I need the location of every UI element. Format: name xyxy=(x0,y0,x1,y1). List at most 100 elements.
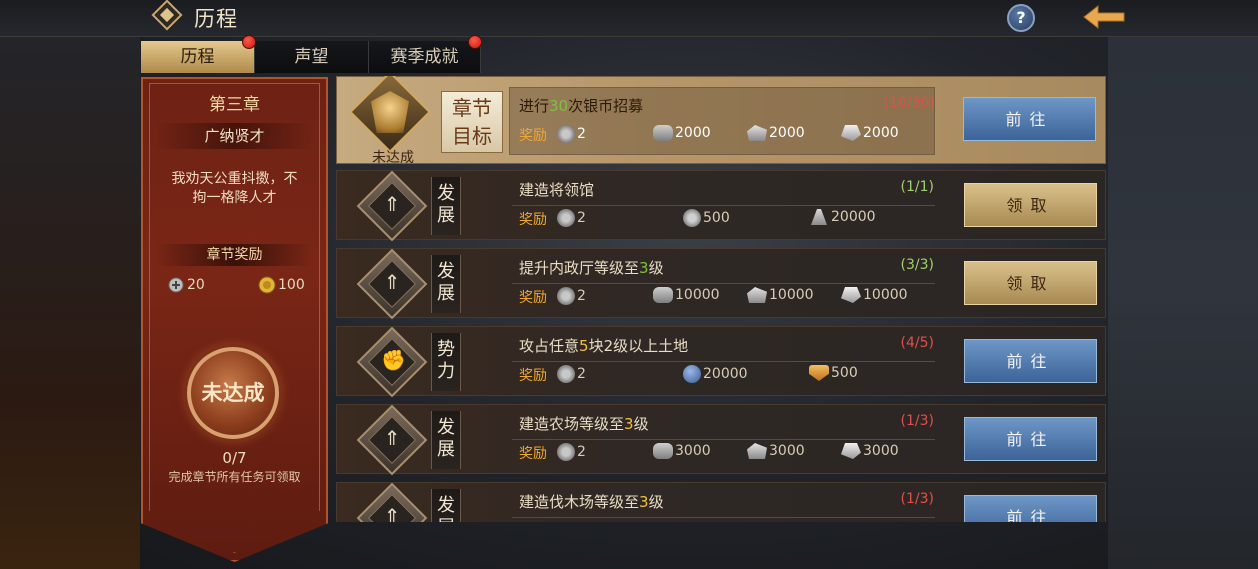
task-category: 发 展 xyxy=(431,489,461,522)
back-button[interactable] xyxy=(1080,2,1130,32)
reward-label: 奖励 xyxy=(519,212,547,228)
chapter-status-seal[interactable]: 未达成 xyxy=(187,347,279,439)
reward-amount: 10000 xyxy=(863,287,908,303)
goal-status: 未达成 xyxy=(372,150,414,166)
task-category-char: 展 xyxy=(437,283,455,304)
chapter-reward-title: 章节奖励 xyxy=(156,244,313,266)
chapter-description-line: 拘一格降人才 xyxy=(192,190,277,206)
help-button[interactable]: ? xyxy=(1007,4,1035,32)
task-title: 建造农场等级至3级 xyxy=(519,413,649,434)
reward-amount: 2 xyxy=(577,366,586,382)
divider xyxy=(512,205,935,206)
task-category: 发 展 xyxy=(431,177,461,235)
iron-icon xyxy=(841,287,861,303)
chapter-subtitle: 广纳贤才 xyxy=(156,123,313,149)
task-list[interactable]: 未达成 章节 目标 进行30次银币招募 (10/30) 奖励 2 2000 20… xyxy=(336,76,1106,522)
task-title-number: 3 xyxy=(639,493,649,511)
tab-label: 历程 xyxy=(180,47,215,67)
reward-amount: 2 xyxy=(577,288,586,304)
claim-button[interactable]: 领取 xyxy=(964,261,1097,305)
reward-item: 20000 xyxy=(809,209,876,225)
reward-row: 奖励 2 10000 10000 10000 xyxy=(519,287,908,307)
reward-amount: 2000 xyxy=(863,125,899,141)
wood-icon xyxy=(653,287,673,303)
task-progress: (4/5) xyxy=(900,335,934,351)
tab-label: 声望 xyxy=(294,47,329,67)
reward-amount: 500 xyxy=(831,365,858,381)
task-title: 建造伐木场等级至3级 xyxy=(519,491,664,512)
horn-icon xyxy=(557,125,575,143)
task-category-char: 发 xyxy=(437,495,455,516)
task-title-number: 3 xyxy=(639,259,649,277)
task-row: ✊ 势 力 攻占任意5块2级以上土地 (4/5) 奖励 2 20000 500 … xyxy=(336,326,1106,398)
goal-label-line: 目标 xyxy=(452,124,492,148)
wood-icon xyxy=(653,125,673,141)
iron-icon xyxy=(841,125,861,141)
task-category-char: 势 xyxy=(437,339,455,360)
task-title: 提升内政厅等级至3级 xyxy=(519,257,664,278)
task-category-char: 发 xyxy=(437,261,455,282)
claim-button[interactable]: 领取 xyxy=(964,183,1097,227)
go-button[interactable]: 前往 xyxy=(964,417,1097,461)
development-icon: ⇑ xyxy=(383,504,401,522)
reward-label: 奖励 xyxy=(519,290,547,306)
divider xyxy=(512,283,935,284)
chapter-reward-horn: 20 xyxy=(167,276,205,294)
reward-amount: 100 xyxy=(278,277,305,293)
chapter-reward-gold: 100 xyxy=(258,276,305,294)
goal-go-button[interactable]: 前往 xyxy=(963,97,1096,141)
task-progress: (1/1) xyxy=(900,179,934,195)
notification-dot-icon xyxy=(468,35,482,49)
go-button[interactable]: 前往 xyxy=(964,495,1097,522)
chapter-description: 我劝天公重抖擞，不 拘一格降人才 xyxy=(158,170,311,208)
reward-label: 奖励 xyxy=(519,368,547,384)
reward-amount: 3000 xyxy=(863,443,899,459)
horn-icon xyxy=(557,365,575,383)
reward-item: 10000 xyxy=(653,287,720,303)
reward-amount: 3000 xyxy=(769,443,805,459)
reward-amount: 2 xyxy=(577,210,586,226)
reward-item: 2 xyxy=(557,125,586,143)
stone-icon xyxy=(747,443,767,459)
reward-item: 20000 xyxy=(683,365,748,383)
wood-icon xyxy=(653,443,673,459)
tab-bar: 历程 声望 赛季成就 xyxy=(141,35,482,73)
reward-amount: 10000 xyxy=(769,287,814,303)
chapter-name: 第三章 xyxy=(209,95,260,115)
task-category: 发 展 xyxy=(431,255,461,313)
tab-label: 赛季成就 xyxy=(390,47,459,67)
stone-icon xyxy=(747,125,767,141)
task-title: 建造将领馆 xyxy=(519,179,594,200)
tab-season-achievements[interactable]: 赛季成就 xyxy=(369,35,482,73)
tab-history[interactable]: 历程 xyxy=(141,35,256,73)
reward-amount: 20 xyxy=(187,277,205,293)
reward-amount: 2000 xyxy=(675,125,711,141)
fame-icon xyxy=(683,209,701,227)
task-progress: (10/30) xyxy=(883,95,935,111)
page-title: 历程 xyxy=(194,7,238,31)
reward-row: 奖励 2 20000 500 xyxy=(519,365,858,385)
chapter-description-line: 我劝天公重抖擞，不 xyxy=(171,171,298,187)
task-category-char: 力 xyxy=(437,361,455,382)
background-right xyxy=(1108,0,1258,569)
task-title-number: 3 xyxy=(624,415,634,433)
reward-item: 10000 xyxy=(841,287,908,303)
goal-label: 章节 目标 xyxy=(441,91,503,153)
reward-amount: 20000 xyxy=(703,366,748,382)
divider xyxy=(512,361,935,362)
reward-row: 奖励 2 2000 2000 2000 xyxy=(519,125,899,145)
task-title-text: 级 xyxy=(633,415,649,433)
chapter-progress: 0/7 xyxy=(222,449,247,467)
tab-reputation[interactable]: 声望 xyxy=(255,41,369,73)
go-button[interactable]: 前往 xyxy=(964,339,1097,383)
reward-item: 10000 xyxy=(747,287,814,303)
chapter-goal-row: 未达成 章节 目标 进行30次银币招募 (10/30) 奖励 2 2000 20… xyxy=(336,76,1106,166)
task-progress: (3/3) xyxy=(900,257,934,273)
task-category: 发 展 xyxy=(431,411,461,469)
task-title-text: 建造农场等级至 xyxy=(519,415,625,433)
task-title: 攻占任意5块2级以上土地 xyxy=(519,335,688,356)
reward-item: 500 xyxy=(683,209,730,227)
reward-amount: 3000 xyxy=(675,443,711,459)
task-category: 势 力 xyxy=(431,333,461,391)
back-arrow-icon xyxy=(1083,4,1125,30)
